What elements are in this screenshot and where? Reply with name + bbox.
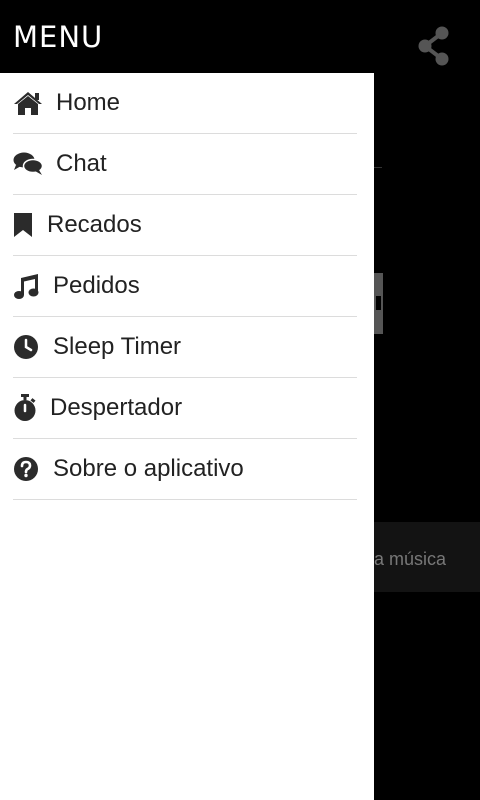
menu-title: MENU xyxy=(13,20,104,54)
home-icon xyxy=(13,90,56,116)
chat-icon xyxy=(13,151,56,177)
menu-item-label: Recados xyxy=(47,211,142,238)
music-note-icon xyxy=(13,273,53,300)
share-button[interactable] xyxy=(414,26,454,66)
menu-item-label: Chat xyxy=(56,150,107,177)
clock-icon xyxy=(13,334,53,360)
menu-item-recados[interactable]: Recados xyxy=(13,195,357,256)
menu-item-label: Pedidos xyxy=(53,272,140,299)
menu-item-label: Despertador xyxy=(50,394,183,421)
background-content xyxy=(374,73,480,800)
menu-item-home[interactable]: Home xyxy=(13,73,357,134)
menu-item-label: Sobre o aplicativo xyxy=(53,455,244,482)
menu-item-despertador[interactable]: Despertador xyxy=(13,378,357,439)
navigation-drawer: Home Chat Recados Pedidos Sleep Timer De… xyxy=(0,73,374,800)
app-bar: MENU xyxy=(0,0,480,73)
menu-list: Home Chat Recados Pedidos Sleep Timer De… xyxy=(13,73,357,500)
bookmark-icon xyxy=(13,212,47,238)
background-control-mark xyxy=(376,296,381,310)
menu-item-chat[interactable]: Chat xyxy=(13,134,357,195)
menu-item-label: Sleep Timer xyxy=(53,333,182,360)
background-song-text: a música xyxy=(374,549,447,569)
menu-item-label: Home xyxy=(56,89,121,116)
menu-item-sleep-timer[interactable]: Sleep Timer xyxy=(13,317,357,378)
menu-item-sobre[interactable]: Sobre o aplicativo xyxy=(13,439,357,500)
question-icon xyxy=(13,456,53,482)
share-icon xyxy=(418,26,449,66)
stopwatch-icon xyxy=(13,394,50,422)
menu-item-pedidos[interactable]: Pedidos xyxy=(13,256,357,317)
background-divider xyxy=(374,167,382,168)
